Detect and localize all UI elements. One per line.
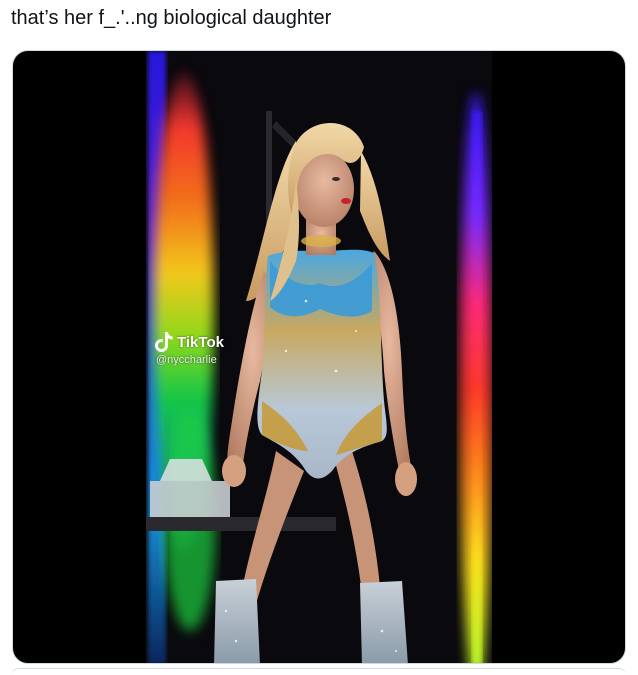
- tiktok-handle: @nyccharlie: [156, 354, 217, 366]
- tiktok-watermark: TikTok @nyccharlie: [154, 331, 224, 366]
- video-frame[interactable]: TikTok @nyccharlie: [146, 51, 492, 663]
- tiktok-brand-name: TikTok: [177, 333, 224, 351]
- tiktok-note-icon: [155, 332, 173, 352]
- tweet-media-video[interactable]: TikTok @nyccharlie: [12, 50, 626, 664]
- tiktok-brand: TikTok: [154, 331, 224, 353]
- tweet-text: that’s her f_.'..ng biological daughter: [11, 7, 332, 29]
